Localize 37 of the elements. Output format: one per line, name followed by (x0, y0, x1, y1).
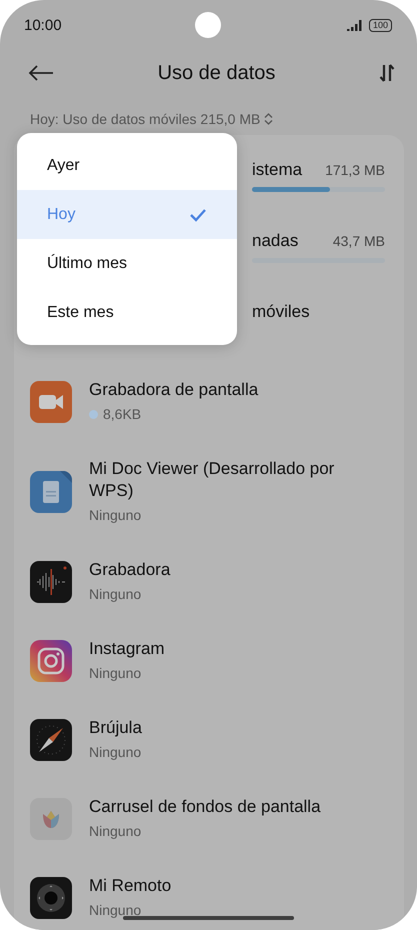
app-usage: Ninguno (89, 664, 142, 683)
app-usage: Ninguno (89, 822, 142, 841)
status-time: 10:00 (24, 16, 62, 34)
compass-icon[interactable] (30, 718, 72, 760)
menu-item[interactable]: Último mes (17, 239, 237, 288)
remote-control-icon[interactable] (30, 876, 72, 918)
app-usage: Ninguno (89, 506, 142, 525)
app-usage: Ninguno (89, 743, 142, 762)
app-usage: Ninguno (89, 585, 142, 604)
app-name: Mi Doc Viewer (Desarrollado por WPS) (89, 458, 336, 502)
document-icon[interactable] (30, 470, 72, 512)
app-name: Instagram (89, 638, 165, 660)
category-name: móviles (252, 301, 310, 323)
app-name: Brújula (89, 717, 142, 739)
app-name: Grabadora de pantalla (89, 379, 258, 401)
menu-item[interactable]: Ayer (17, 141, 237, 190)
signal-icon (346, 20, 364, 30)
app-usage: 8,6KB (103, 405, 142, 424)
category-usage: 171,3 MB (325, 161, 385, 180)
battery-indicator: 100 (368, 18, 392, 32)
sound-wave-icon[interactable] (30, 560, 72, 602)
category-name: nadas (252, 230, 298, 252)
back-arrow-icon[interactable] (28, 65, 54, 81)
front-camera (195, 12, 221, 38)
sort-icon[interactable] (379, 64, 395, 82)
app-name: Mi Remoto (89, 875, 172, 897)
video-camera-icon[interactable] (30, 380, 72, 422)
menu-item[interactable]: Este mes (17, 288, 237, 337)
app-name: Carrusel de fondos de pantalla (89, 796, 321, 818)
category-usage: 43,7 MB (332, 232, 385, 251)
page-title: Uso de datos (156, 62, 276, 84)
up-down-chevron-icon[interactable] (264, 113, 274, 125)
app-usage: Ninguno (89, 901, 142, 920)
category-name: istema (252, 159, 302, 181)
app-name: Grabadora (89, 559, 170, 581)
checkmark-icon (189, 208, 207, 222)
camera-icon[interactable] (30, 640, 72, 682)
